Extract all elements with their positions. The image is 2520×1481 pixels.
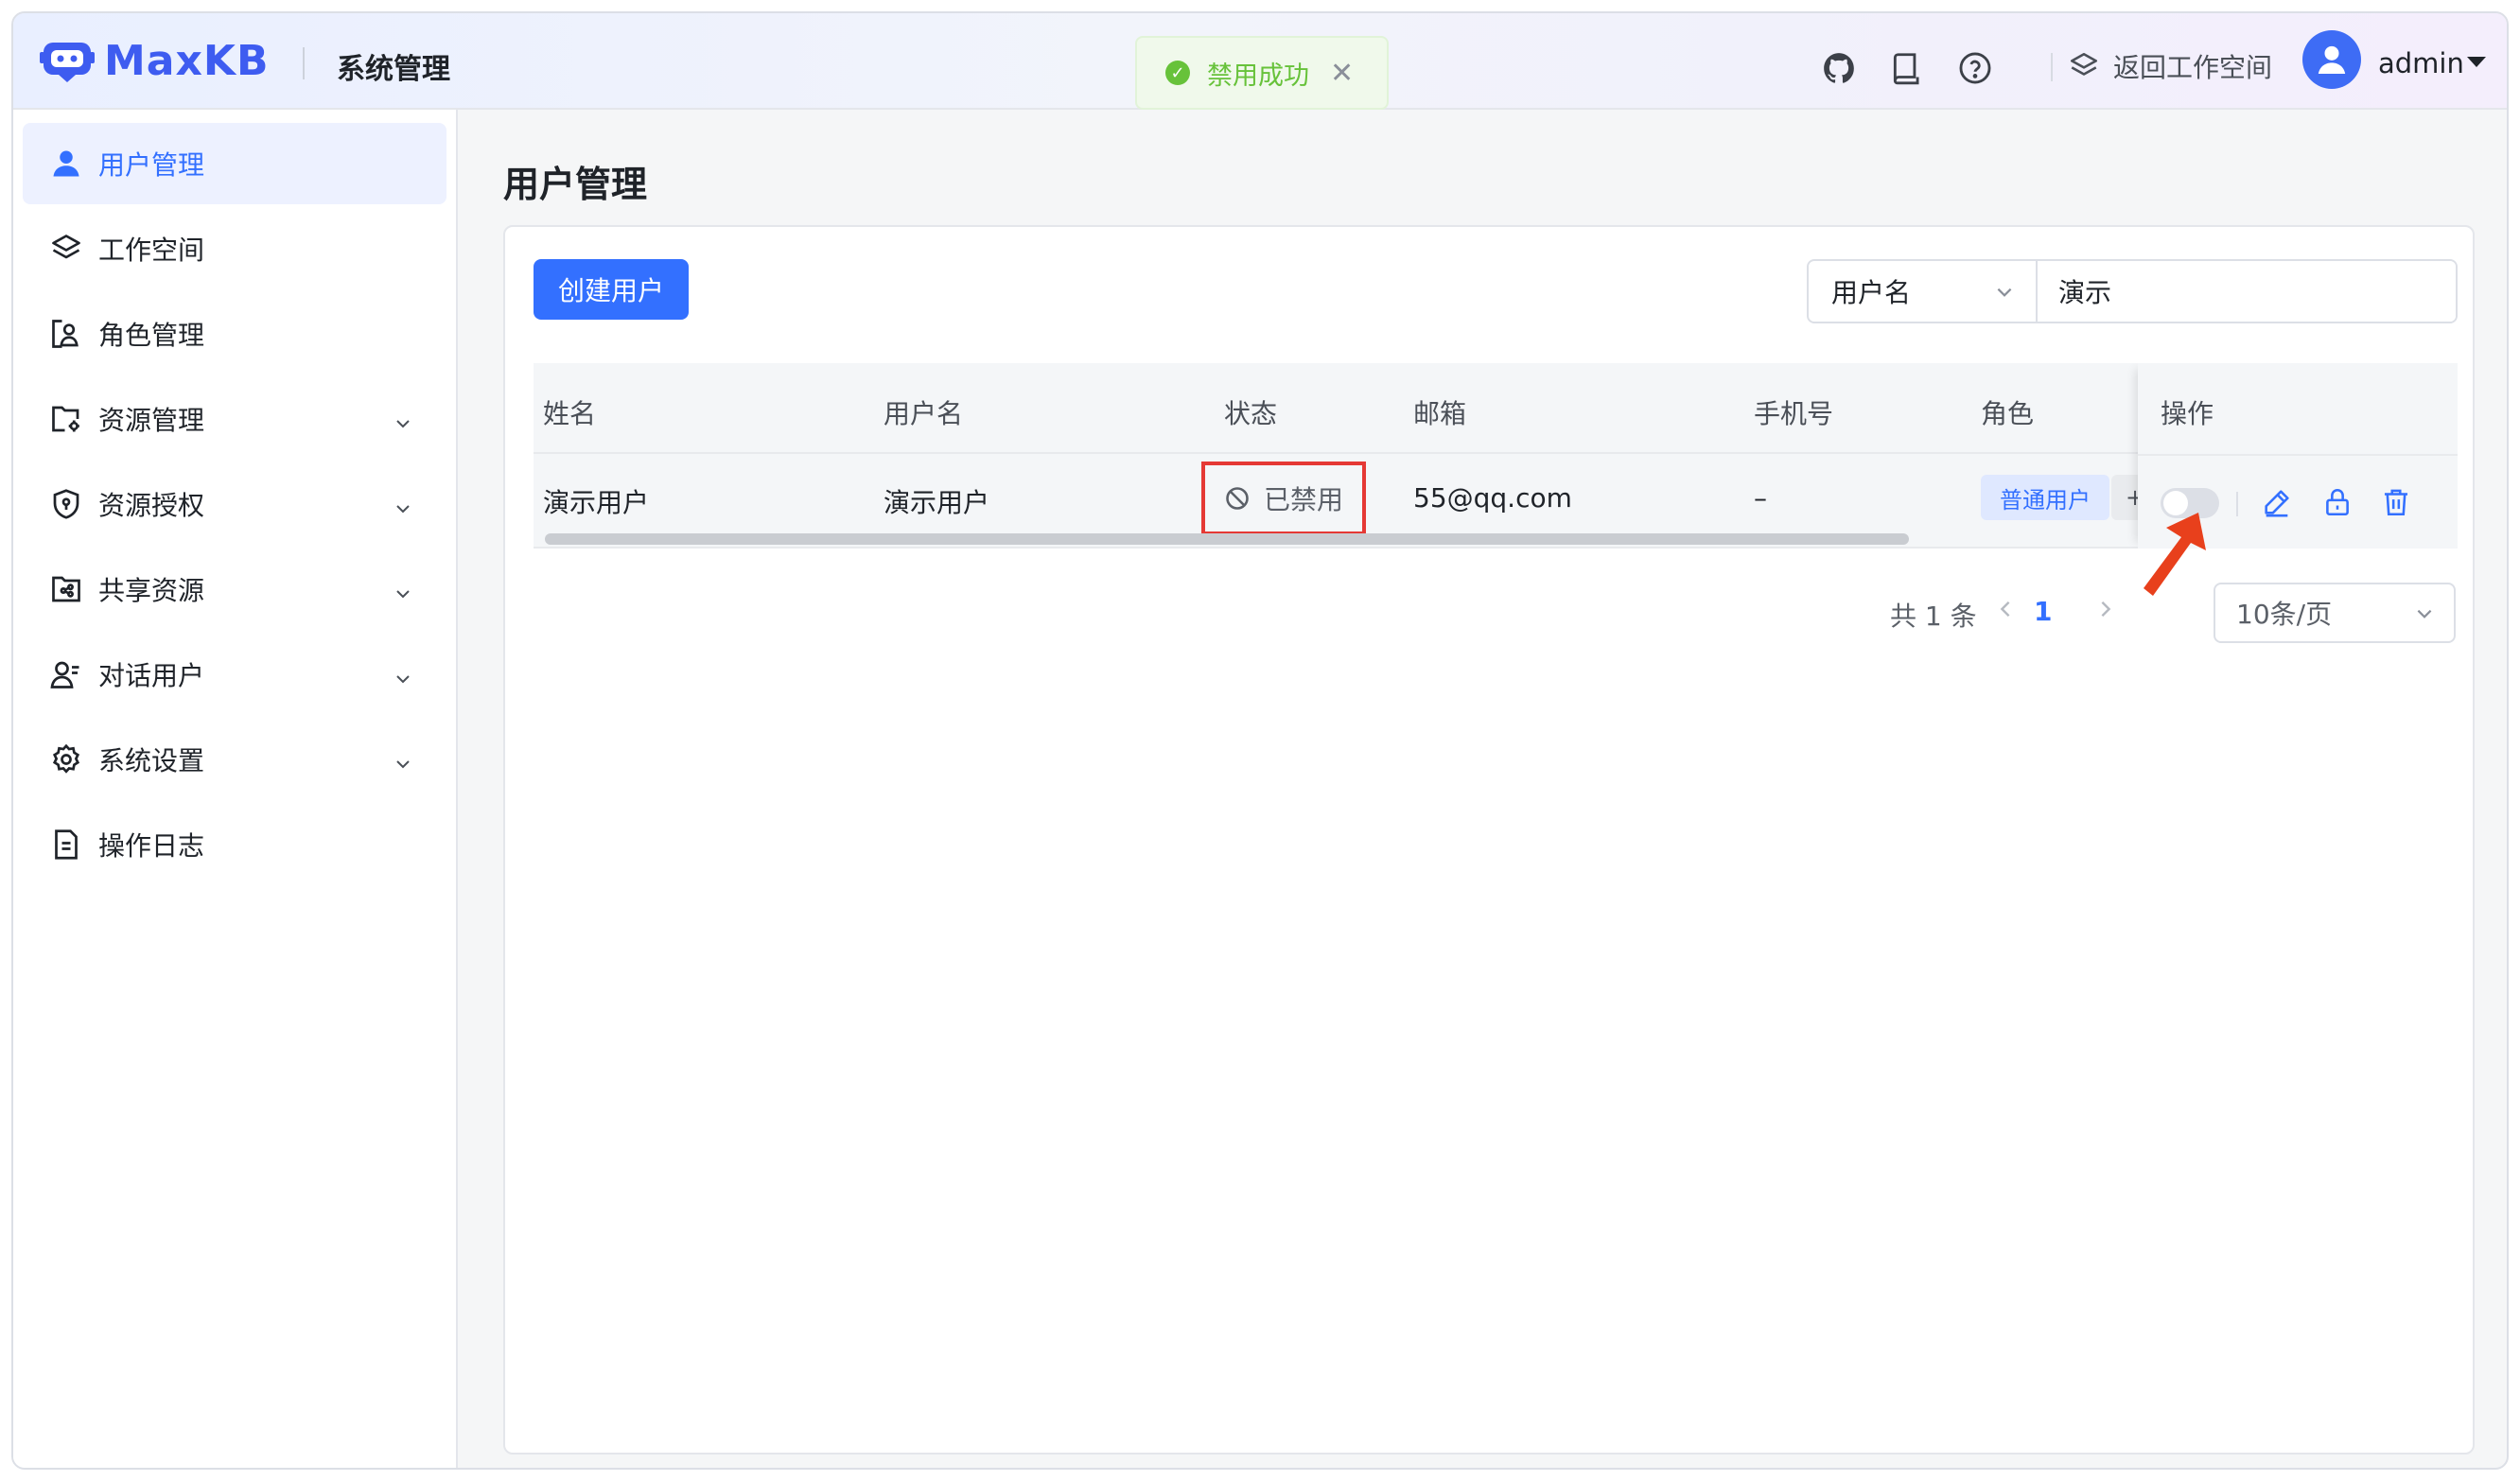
sidebar-item-user-management[interactable]: 用户管理 (23, 123, 446, 204)
role-tag: 普通用户 (1981, 475, 2109, 520)
column-header-operations: 操作 (2161, 398, 2214, 429)
sidebar-item-system-settings[interactable]: 系统设置 (23, 719, 446, 800)
sidebar-item-resource-management[interactable]: 资源管理 (23, 378, 446, 460)
header-divider (303, 47, 305, 79)
chevron-down-icon (2417, 609, 2432, 619)
content-card: 创建用户 用户名 姓名 用户名 状态 邮箱 手机号 角色 演示用户 演示用户 (503, 225, 2475, 1455)
sidebar-item-label: 资源管理 (98, 405, 205, 436)
chevron-down-icon (394, 579, 410, 599)
page-size-select[interactable]: 10条/页 (2214, 583, 2456, 643)
sidebar-item-label: 用户管理 (98, 149, 205, 181)
chevron-down-icon (394, 494, 410, 514)
column-header-email: 邮箱 (1413, 398, 1467, 429)
back-to-workspace-button[interactable]: 返回工作空间 (2068, 47, 2272, 85)
column-header-status: 状态 (1224, 398, 1278, 429)
pagination-page-current[interactable]: 1 (2034, 596, 2052, 627)
sidebar-item-label: 操作日志 (98, 830, 205, 862)
page-size-label: 10条/页 (2236, 599, 2333, 630)
back-to-workspace-label: 返回工作空间 (2113, 52, 2273, 83)
page-title: 用户管理 (503, 164, 648, 205)
search-field-select[interactable]: 用户名 (1809, 261, 2038, 322)
shield-icon (53, 489, 79, 519)
user-icon (53, 150, 79, 177)
success-toast: ✓ 禁用成功 ✕ (1135, 36, 1389, 110)
app-window: MaxKB 系统管理 ✓ 禁用成功 ✕ 返回工作空间 admin 用户管理 工作… (11, 11, 2509, 1470)
user-avatar-icon (2318, 45, 2346, 74)
logo-text: MaxKB (104, 36, 270, 85)
layers-icon (52, 235, 80, 259)
book-icon[interactable] (1888, 49, 1926, 87)
column-header-name: 姓名 (543, 398, 597, 429)
sidebar-item-label: 系统设置 (98, 745, 205, 776)
cell-username: 演示用户 (884, 487, 990, 518)
gear-icon (52, 743, 80, 774)
header-title: 系统管理 (337, 53, 450, 86)
share-folder-icon (52, 576, 80, 602)
cell-phone: – (1754, 482, 1767, 514)
annotation-arrow-icon (2144, 513, 2206, 596)
sidebar-item-workspace[interactable]: 工作空间 (23, 208, 446, 289)
sidebar-item-label: 对话用户 (98, 660, 205, 691)
ban-icon (1226, 487, 1249, 510)
sidebar-item-role-management[interactable]: 角色管理 (23, 293, 446, 375)
column-header-role: 角色 (1981, 398, 2035, 429)
layers-icon (2070, 52, 2098, 76)
cell-email: 55@qq.com (1413, 482, 1572, 514)
chat-user-icon (50, 661, 79, 688)
search-field-label: 用户名 (1831, 277, 1912, 308)
cell-name: 演示用户 (543, 487, 650, 518)
folder-gear-icon (52, 406, 79, 432)
search-bar: 用户名 (1807, 259, 2458, 323)
pagination-next-icon[interactable] (2094, 598, 2123, 626)
create-user-button[interactable]: 创建用户 (534, 259, 689, 320)
github-icon[interactable] (1820, 49, 1858, 87)
role-icon (52, 320, 79, 348)
chevron-down-icon (394, 409, 410, 428)
help-icon[interactable] (1956, 49, 1994, 87)
horizontal-scrollbar[interactable] (545, 533, 1909, 545)
status-text: 已禁用 (1263, 484, 1343, 515)
sidebar-item-label: 资源授权 (98, 490, 205, 521)
caret-down-icon[interactable] (2467, 57, 2486, 67)
column-header-username: 用户名 (884, 398, 964, 429)
pagination-prev-icon[interactable] (1994, 598, 2022, 626)
sidebar-item-resource-authorization[interactable]: 资源授权 (23, 463, 446, 545)
sidebar-item-label: 角色管理 (98, 320, 205, 351)
sidebar-item-shared-resources[interactable]: 共享资源 (23, 549, 446, 630)
toast-message: 禁用成功 (1207, 61, 1309, 91)
chevron-down-icon (1997, 287, 2012, 297)
edit-icon[interactable] (2261, 486, 2295, 520)
avatar[interactable] (2302, 30, 2361, 89)
check-circle-icon: ✓ (1165, 61, 1190, 85)
sidebar: 用户管理 工作空间 角色管理 资源管理 资源授权 共享资源 对话用户 系统设置 … (13, 110, 458, 1468)
lock-icon[interactable] (2321, 486, 2355, 520)
logo[interactable]: MaxKB (40, 32, 270, 89)
chevron-down-icon (394, 749, 410, 769)
status-badge: 已禁用 (1201, 462, 1366, 535)
top-header: MaxKB 系统管理 ✓ 禁用成功 ✕ 返回工作空间 admin (13, 13, 2507, 110)
username[interactable]: admin (2378, 47, 2464, 79)
sidebar-item-label: 工作空间 (98, 235, 205, 266)
robot-logo-icon (40, 43, 95, 82)
sidebar-item-label: 共享资源 (98, 575, 205, 606)
pagination-total: 共 1 条 (1890, 601, 1977, 632)
column-header-phone: 手机号 (1754, 398, 1834, 429)
sidebar-item-chat-users[interactable]: 对话用户 (23, 634, 446, 715)
log-icon (55, 829, 78, 860)
sidebar-item-operation-log[interactable]: 操作日志 (23, 804, 446, 885)
search-input[interactable] (2038, 261, 2456, 322)
chevron-down-icon (394, 664, 410, 684)
operations-separator (2236, 492, 2238, 516)
delete-icon[interactable] (2380, 486, 2414, 520)
close-icon[interactable]: ✕ (1330, 57, 1354, 90)
header-separator (2051, 53, 2053, 81)
